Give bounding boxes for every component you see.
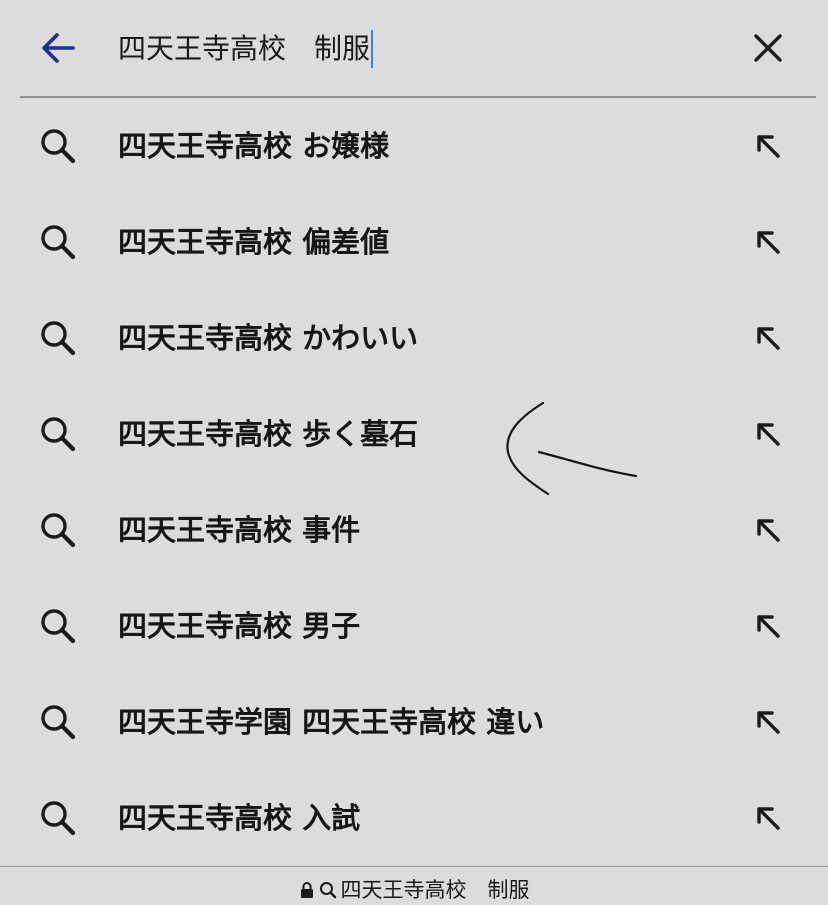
suggestion-label: 四天王寺高校 かわいい: [118, 321, 419, 355]
fill-query-button[interactable]: [744, 794, 792, 842]
clear-search-button[interactable]: [740, 20, 796, 76]
back-button[interactable]: [30, 20, 86, 76]
search-icon: [41, 513, 76, 548]
arrow-up-left-icon: [757, 423, 780, 446]
suggestion-item[interactable]: 四天王寺高校 歩く墓石: [0, 386, 828, 482]
search-icon: [41, 705, 76, 740]
fill-query-button[interactable]: [744, 506, 792, 554]
search-icon: [41, 129, 76, 164]
suggestion-item[interactable]: 四天王寺高校 男子: [0, 578, 828, 674]
arrow-up-left-icon: [757, 807, 780, 830]
fill-query-button[interactable]: [744, 314, 792, 362]
fill-query-button[interactable]: [744, 602, 792, 650]
fill-query-button[interactable]: [744, 698, 792, 746]
suggestion-item[interactable]: 四天王寺高校 お嬢様: [0, 98, 828, 194]
arrow-up-left-icon: [757, 519, 780, 542]
suggestion-item[interactable]: 四天王寺高校 入試: [0, 770, 828, 866]
arrow-up-left-icon: [757, 327, 780, 350]
search-bar: 四天王寺高校 制服: [0, 0, 828, 96]
suggestion-item[interactable]: 四天王寺高校 かわいい: [0, 290, 828, 386]
suggestion-label: 四天王寺高校 入試: [118, 801, 361, 835]
arrow-up-left-icon: [757, 615, 780, 638]
suggestion-item[interactable]: 四天王寺学園 四天王寺高校 違い: [0, 674, 828, 770]
address-bar[interactable]: 四天王寺高校 制服: [0, 866, 828, 902]
search-icon: [41, 801, 76, 836]
fill-query-button[interactable]: [744, 410, 792, 458]
suggestion-label: 四天王寺高校 男子: [118, 609, 361, 643]
search-icon: [319, 882, 336, 899]
suggestion-label: 四天王寺高校 偏差値: [118, 225, 390, 259]
arrow-up-left-icon: [757, 231, 780, 254]
close-icon: [754, 34, 782, 62]
suggestion-label: 四天王寺学園 四天王寺高校 違い: [118, 705, 545, 739]
search-query-text: 四天王寺高校 制服: [118, 32, 371, 65]
lock-icon: [300, 882, 313, 898]
fill-query-button[interactable]: [744, 218, 792, 266]
arrow-up-left-icon: [757, 135, 780, 158]
search-icon: [41, 225, 76, 260]
suggestion-label: 四天王寺高校 お嬢様: [118, 129, 390, 163]
text-cursor: [371, 30, 374, 68]
search-icon: [41, 321, 76, 356]
search-input[interactable]: 四天王寺高校 制服: [118, 26, 374, 72]
search-icon: [41, 609, 76, 644]
suggestion-list: 四天王寺高校 お嬢様 四天王寺高校 偏差値 四天王寺高校 かわいい 四天王寺高校 歩く…: [0, 98, 828, 866]
suggestion-label: 四天王寺高校 歩く墓石: [118, 417, 419, 451]
suggestion-label: 四天王寺高校 事件: [118, 513, 361, 547]
suggestion-item[interactable]: 四天王寺高校 事件: [0, 482, 828, 578]
suggestion-item[interactable]: 四天王寺高校 偏差値: [0, 194, 828, 290]
search-icon: [41, 417, 76, 452]
arrow-up-left-icon: [757, 711, 780, 734]
fill-query-button[interactable]: [744, 122, 792, 170]
back-arrow-icon: [42, 33, 75, 63]
